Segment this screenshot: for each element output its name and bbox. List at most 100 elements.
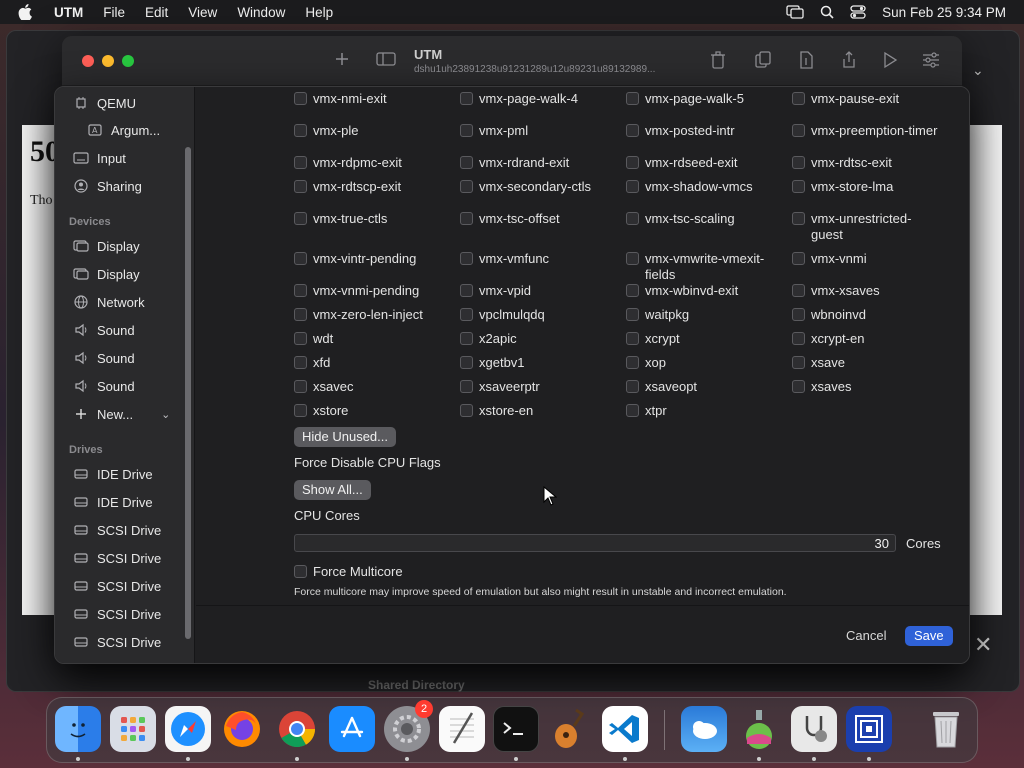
- checkbox[interactable]: [792, 308, 805, 321]
- sidebar-item-sound-2[interactable]: Sound: [73, 347, 135, 369]
- cpu-flag-checkbox[interactable]: xstore-en: [460, 403, 611, 419]
- cpu-flag-checkbox[interactable]: vmx-ple: [294, 123, 445, 139]
- cpu-flag-checkbox[interactable]: vmx-page-walk-5: [626, 91, 777, 107]
- sidebar-item-qemu[interactable]: QEMU: [73, 92, 136, 114]
- cpu-flag-checkbox[interactable]: vmx-true-ctls: [294, 211, 445, 227]
- trash-icon[interactable]: [923, 706, 969, 752]
- checkbox[interactable]: [460, 252, 473, 265]
- finder-icon[interactable]: [55, 706, 101, 752]
- cpu-flag-checkbox[interactable]: vmx-unrestricted-guest: [792, 211, 943, 243]
- menu-help[interactable]: Help: [305, 5, 333, 20]
- checkbox[interactable]: [626, 332, 639, 345]
- settings-sliders-icon[interactable]: [922, 51, 940, 72]
- cpu-flag-checkbox[interactable]: xtpr: [626, 403, 777, 419]
- checkbox[interactable]: [626, 356, 639, 369]
- menu-window[interactable]: Window: [237, 5, 285, 20]
- cpu-flag-checkbox[interactable]: vmx-vpid: [460, 283, 611, 299]
- close-icon[interactable]: ✕: [974, 632, 992, 658]
- checkbox[interactable]: [792, 124, 805, 137]
- checkbox[interactable]: [294, 380, 307, 393]
- checkbox[interactable]: [626, 212, 639, 225]
- checkbox[interactable]: [792, 356, 805, 369]
- checkbox[interactable]: [294, 180, 307, 193]
- cpu-flag-checkbox[interactable]: vmx-rdpmc-exit: [294, 155, 445, 171]
- checkbox[interactable]: [792, 252, 805, 265]
- cpu-flag-checkbox[interactable]: xgetbv1: [460, 355, 611, 371]
- checkbox[interactable]: [792, 380, 805, 393]
- checkbox[interactable]: [626, 404, 639, 417]
- menu-app-utm[interactable]: UTM: [54, 5, 83, 20]
- export-icon[interactable]: [798, 51, 814, 72]
- window-minimize-button[interactable]: [102, 55, 114, 67]
- sidebar-item-drive-3[interactable]: SCSI Drive: [73, 519, 161, 541]
- cpu-flag-checkbox[interactable]: vmx-rdtscp-exit: [294, 179, 445, 195]
- sidebar-item-drive-2[interactable]: IDE Drive: [73, 491, 153, 513]
- checkbox[interactable]: [294, 356, 307, 369]
- save-button[interactable]: Save: [905, 626, 953, 646]
- firefox-icon[interactable]: [219, 706, 265, 752]
- checkbox[interactable]: [294, 565, 307, 578]
- checkbox[interactable]: [460, 356, 473, 369]
- cpu-flag-checkbox[interactable]: x2apic: [460, 331, 611, 347]
- checkbox[interactable]: [294, 252, 307, 265]
- sidebar-item-drive-5[interactable]: SCSI Drive: [73, 575, 161, 597]
- sidebar-item-drive-4[interactable]: SCSI Drive: [73, 547, 161, 569]
- cpu-flag-checkbox[interactable]: xsavec: [294, 379, 445, 395]
- force-multicore-checkbox[interactable]: Force Multicore: [294, 564, 403, 580]
- checkbox[interactable]: [792, 156, 805, 169]
- control-center-icon[interactable]: [850, 5, 866, 19]
- weather-icon[interactable]: [681, 706, 727, 752]
- cpu-flag-checkbox[interactable]: vmx-pause-exit: [792, 91, 943, 107]
- checkbox[interactable]: [294, 156, 307, 169]
- cpu-flag-checkbox[interactable]: vmx-vmwrite-vmexit-fields: [626, 251, 777, 283]
- checkbox[interactable]: [460, 180, 473, 193]
- checkbox[interactable]: [294, 212, 307, 225]
- sidebar-item-sound-3[interactable]: Sound: [73, 375, 135, 397]
- sidebar-scrollbar[interactable]: [185, 147, 191, 639]
- utm-icon[interactable]: [846, 706, 892, 752]
- preview-icon[interactable]: [736, 706, 782, 752]
- cpu-flag-checkbox[interactable]: xsaveerptr: [460, 379, 611, 395]
- checkbox[interactable]: [460, 308, 473, 321]
- checkbox[interactable]: [626, 92, 639, 105]
- cpu-flag-checkbox[interactable]: vmx-secondary-ctls: [460, 179, 611, 195]
- cpu-flag-checkbox[interactable]: xsaveopt: [626, 379, 777, 395]
- sidebar-item-display-1[interactable]: Display: [73, 235, 140, 257]
- show-all-button[interactable]: Show All...: [294, 480, 371, 500]
- chevron-down-icon[interactable]: ⌄: [161, 408, 170, 421]
- cpu-flag-checkbox[interactable]: vmx-page-walk-4: [460, 91, 611, 107]
- cpu-flag-checkbox[interactable]: wbnoinvd: [792, 307, 943, 323]
- share-icon[interactable]: [840, 51, 858, 72]
- cpu-cores-input[interactable]: 30: [294, 534, 896, 552]
- checkbox[interactable]: [460, 212, 473, 225]
- checkbox[interactable]: [460, 156, 473, 169]
- sidebar-item-new-device[interactable]: New... ⌄: [73, 403, 170, 425]
- cpu-flag-checkbox[interactable]: vmx-vmfunc: [460, 251, 611, 267]
- checkbox[interactable]: [294, 284, 307, 297]
- checkbox[interactable]: [792, 212, 805, 225]
- cpu-flag-checkbox[interactable]: xsave: [792, 355, 943, 371]
- launchpad-icon[interactable]: [110, 706, 156, 752]
- sidebar-item-sharing[interactable]: Sharing: [73, 175, 142, 197]
- cpu-flag-checkbox[interactable]: vmx-rdtsc-exit: [792, 155, 943, 171]
- vscode-icon[interactable]: [602, 706, 648, 752]
- safari-icon[interactable]: [165, 706, 211, 752]
- checkbox[interactable]: [626, 180, 639, 193]
- checkbox[interactable]: [460, 332, 473, 345]
- checkbox[interactable]: [626, 380, 639, 393]
- checkbox[interactable]: [792, 180, 805, 193]
- checkbox[interactable]: [460, 124, 473, 137]
- menu-edit[interactable]: Edit: [145, 5, 168, 20]
- cpu-flag-checkbox[interactable]: vmx-posted-intr: [626, 123, 777, 139]
- cpu-flag-checkbox[interactable]: vmx-shadow-vmcs: [626, 179, 777, 195]
- chevron-down-icon[interactable]: ⌄: [972, 62, 984, 79]
- checkbox[interactable]: [460, 92, 473, 105]
- checkbox[interactable]: [294, 404, 307, 417]
- checkbox[interactable]: [460, 404, 473, 417]
- cpu-flag-checkbox[interactable]: vmx-store-lma: [792, 179, 943, 195]
- cpu-flag-checkbox[interactable]: xstore: [294, 403, 445, 419]
- cpu-flag-checkbox[interactable]: xfd: [294, 355, 445, 371]
- window-zoom-button[interactable]: [122, 55, 134, 67]
- cpu-flag-checkbox[interactable]: xcrypt: [626, 331, 777, 347]
- sidebar-item-arguments[interactable]: A Argum...: [87, 119, 160, 141]
